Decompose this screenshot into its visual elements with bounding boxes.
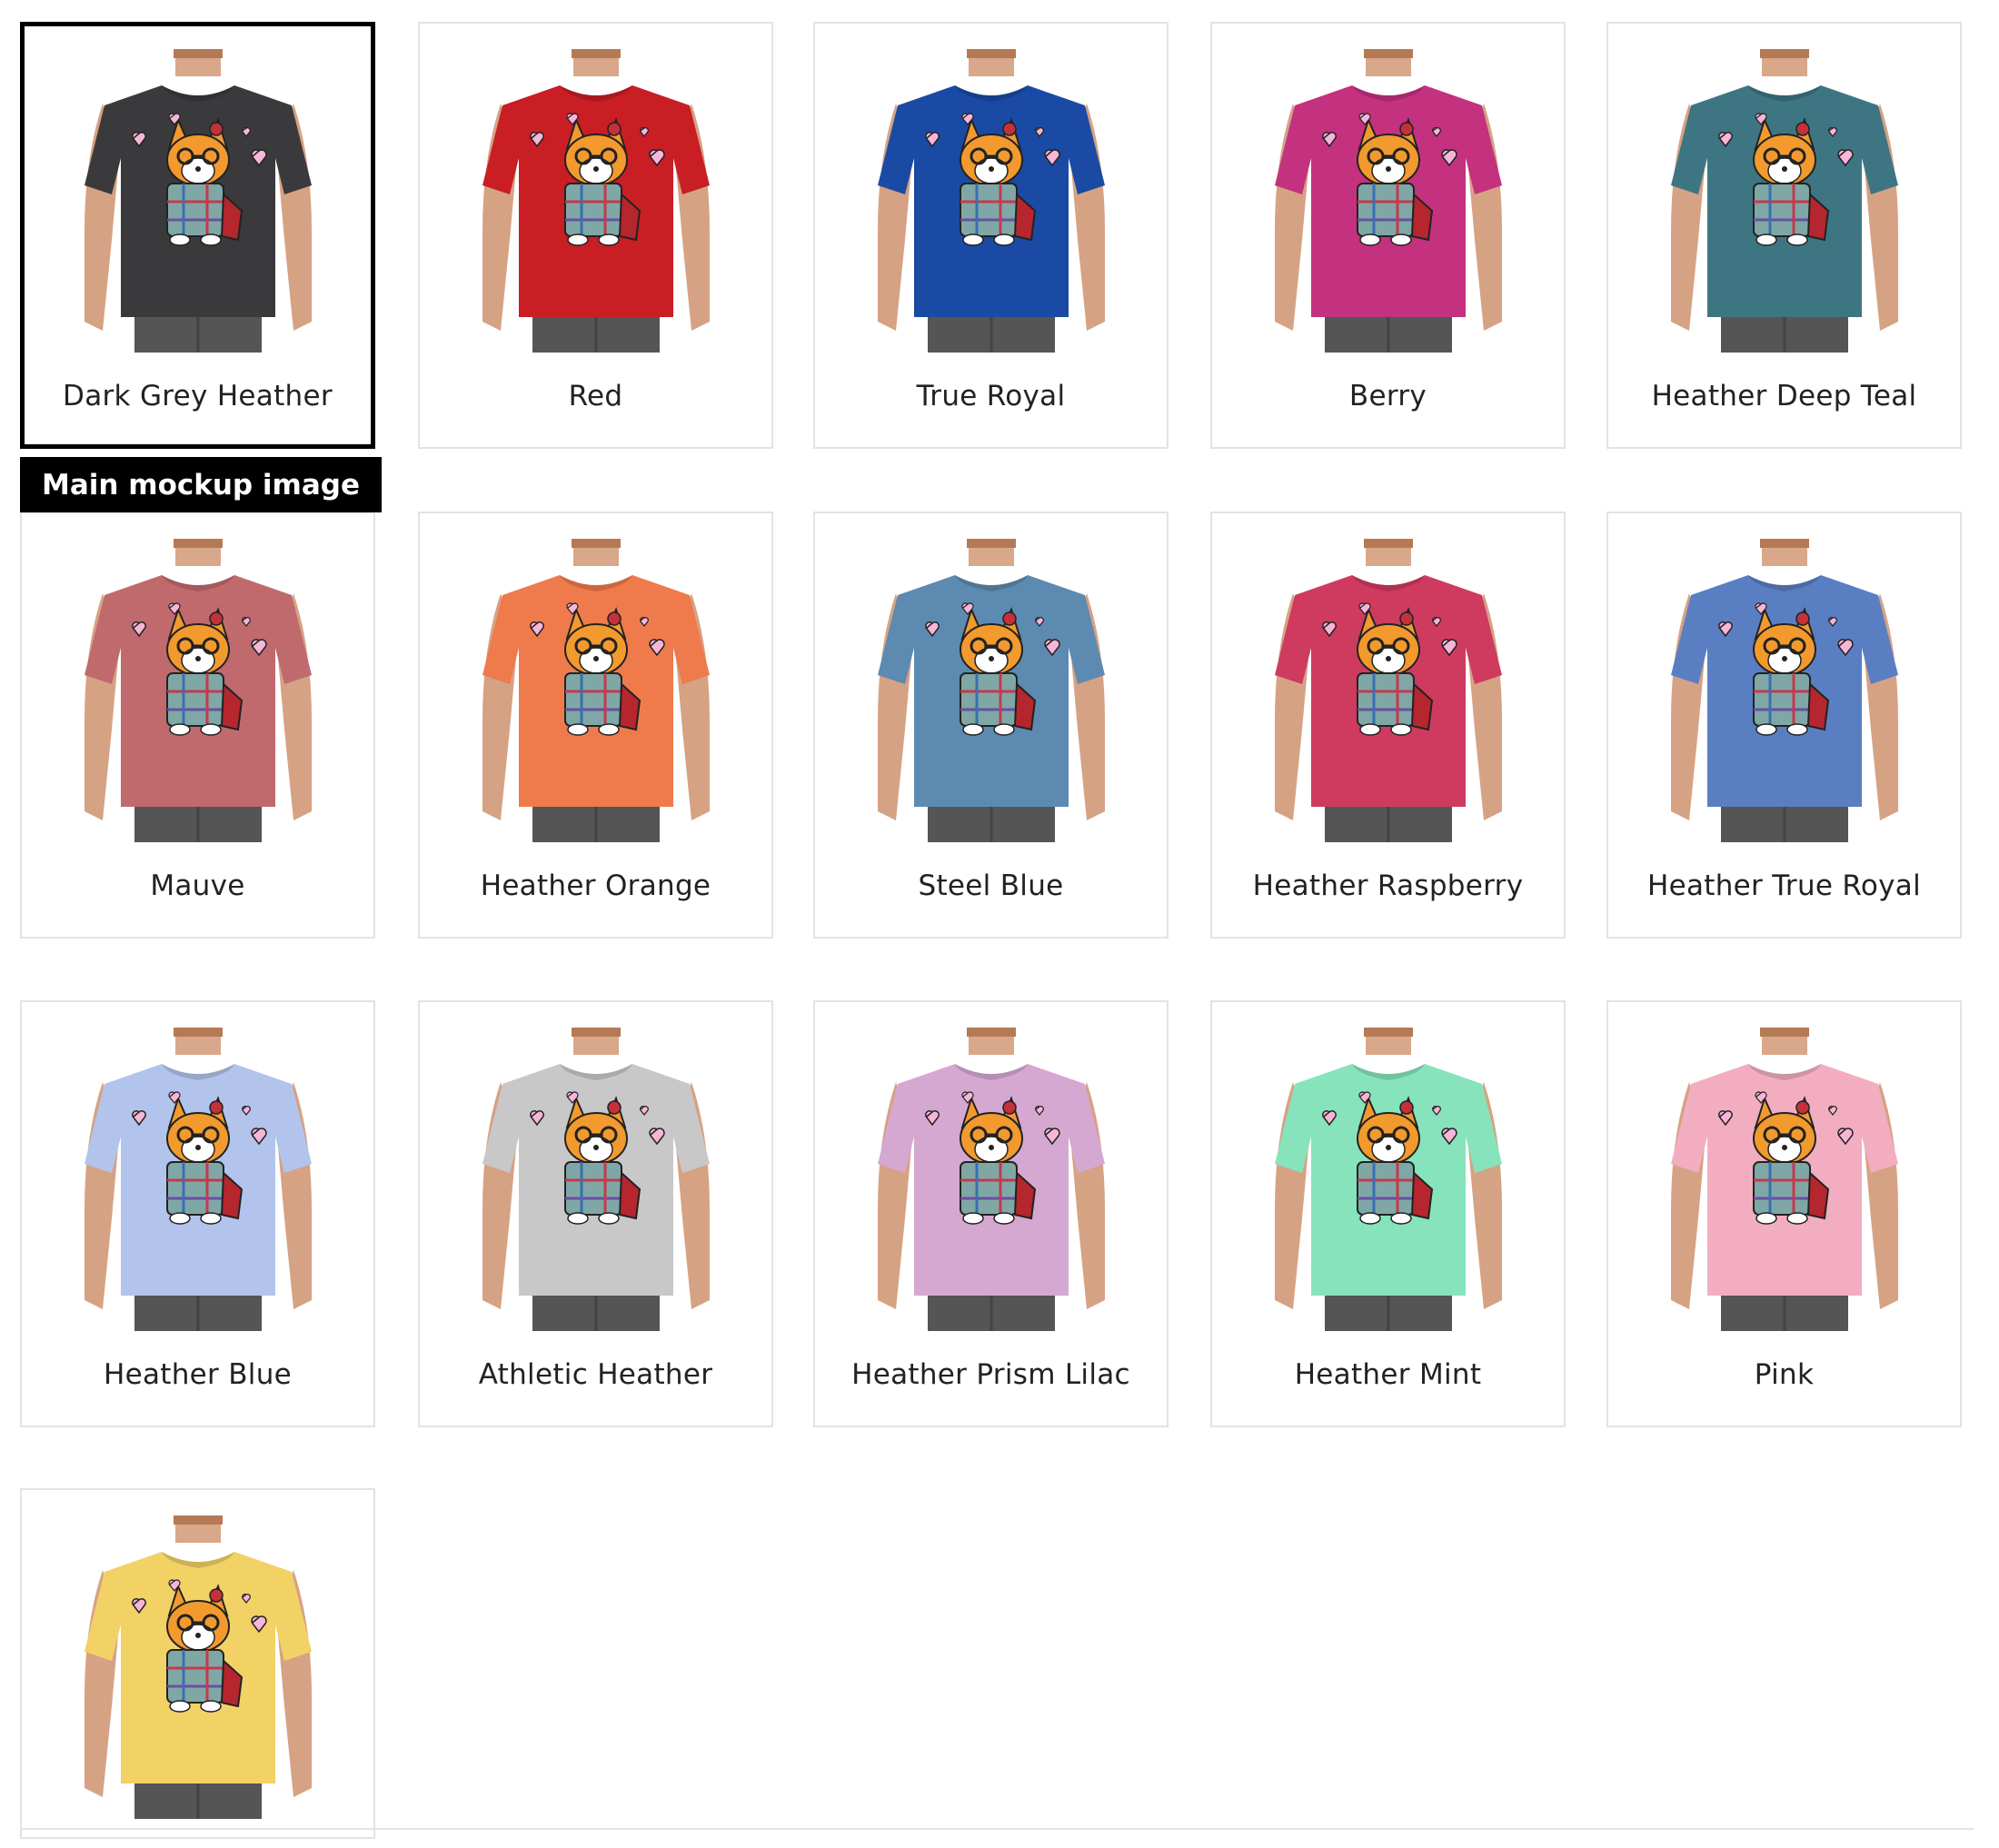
tshirt-mockup-image — [1238, 1028, 1538, 1331]
mockup-card[interactable]: Mauve — [20, 512, 375, 939]
color-label: Heather Orange — [480, 869, 711, 902]
color-label: Berry — [1348, 380, 1427, 412]
mockup-card[interactable]: Heather True Royal — [1606, 512, 1962, 939]
mockup-card[interactable]: Athletic Heather — [418, 1000, 773, 1427]
mockup-card[interactable]: Heather Mint — [1210, 1000, 1566, 1427]
color-label: Red — [568, 380, 623, 412]
tshirt-mockup-image — [1238, 539, 1538, 842]
tshirt-mockup-image — [1635, 539, 1934, 842]
mockup-card[interactable]: Heather Raspberry — [1210, 512, 1566, 939]
tshirt-mockup-image — [48, 539, 348, 842]
color-label: Pink — [1754, 1358, 1815, 1391]
divider — [20, 1828, 1974, 1830]
tshirt-mockup-image — [48, 1028, 348, 1331]
tshirt-mockup-image — [1238, 49, 1538, 353]
tshirt-mockup-image — [841, 539, 1141, 842]
mockup-card[interactable] — [20, 1488, 375, 1839]
mockup-card[interactable]: Heather Prism Lilac — [813, 1000, 1169, 1427]
color-label: Heather Deep Teal — [1651, 380, 1917, 412]
mockup-card[interactable]: True Royal — [813, 22, 1169, 449]
mockup-card[interactable]: Heather Blue — [20, 1000, 375, 1427]
mockup-card[interactable]: Heather Orange — [418, 512, 773, 939]
color-label: Athletic Heather — [478, 1358, 713, 1391]
mockup-card[interactable]: Heather Deep Teal — [1606, 22, 1962, 449]
mockup-card[interactable]: Red — [418, 22, 773, 449]
color-label: Dark Grey Heather — [63, 380, 333, 412]
tshirt-mockup-image — [446, 1028, 746, 1331]
tshirt-mockup-image — [48, 49, 348, 353]
color-label: Steel Blue — [918, 869, 1064, 902]
tshirt-mockup-image — [48, 1515, 348, 1819]
color-label: Heather Mint — [1294, 1358, 1482, 1391]
tshirt-mockup-image — [841, 1028, 1141, 1331]
color-label: Heather Prism Lilac — [851, 1358, 1130, 1391]
tshirt-mockup-image — [446, 539, 746, 842]
tshirt-mockup-image — [446, 49, 746, 353]
color-label: Heather Blue — [103, 1358, 293, 1391]
mockup-card[interactable]: Dark Grey Heather — [20, 22, 375, 449]
tshirt-mockup-image — [1635, 49, 1934, 353]
color-label: Mauve — [150, 869, 245, 902]
mockup-card[interactable]: Pink — [1606, 1000, 1962, 1427]
main-mockup-badge: Main mockup image — [20, 457, 382, 512]
color-label: Heather True Royal — [1646, 869, 1922, 902]
mockup-card[interactable]: Berry — [1210, 22, 1566, 449]
tshirt-mockup-image — [1635, 1028, 1934, 1331]
color-label: Heather Raspberry — [1252, 869, 1524, 902]
color-label: True Royal — [916, 380, 1066, 412]
mockup-card[interactable]: Steel Blue — [813, 512, 1169, 939]
tshirt-mockup-image — [841, 49, 1141, 353]
